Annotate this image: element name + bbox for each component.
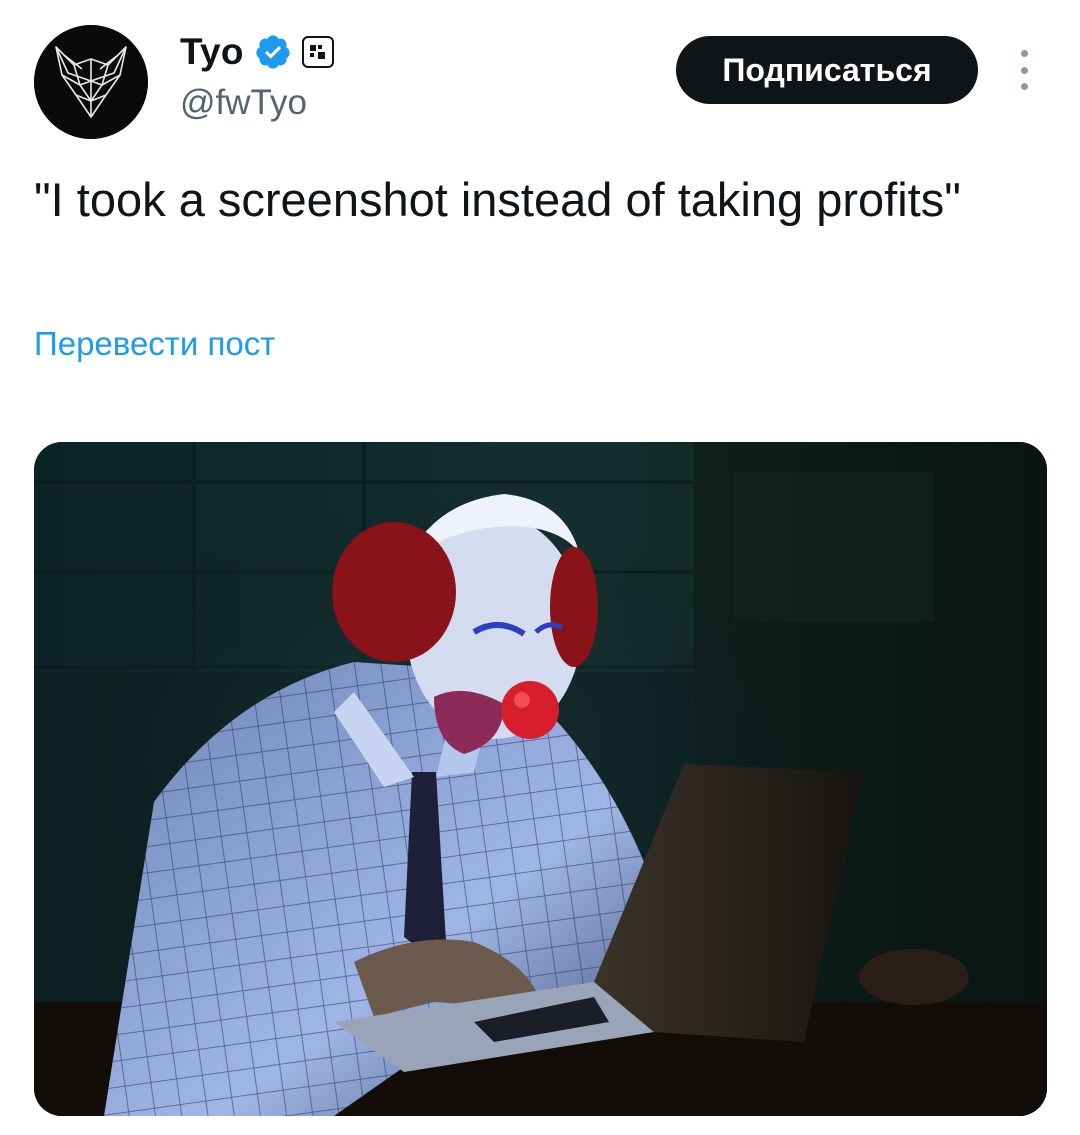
author-avatar[interactable] xyxy=(34,25,148,139)
author-name-row: Tyo xyxy=(180,30,334,74)
verified-badge-icon xyxy=(256,35,290,69)
more-vertical-icon[interactable] xyxy=(1012,50,1036,90)
author-handle[interactable]: @fwTyo xyxy=(180,82,307,124)
clown-at-laptop-photo xyxy=(34,442,1047,1116)
tweet-media-photo[interactable] xyxy=(34,442,1047,1116)
wolf-logo-icon xyxy=(34,25,148,139)
tweet-text: "I took a screenshot instead of taking p… xyxy=(34,173,961,226)
affiliate-badge-icon[interactable] xyxy=(301,36,334,68)
follow-button[interactable]: Подписаться xyxy=(676,36,978,104)
translate-post-link[interactable]: Перевести пост xyxy=(34,324,275,364)
author-name[interactable]: Tyo xyxy=(180,30,244,74)
